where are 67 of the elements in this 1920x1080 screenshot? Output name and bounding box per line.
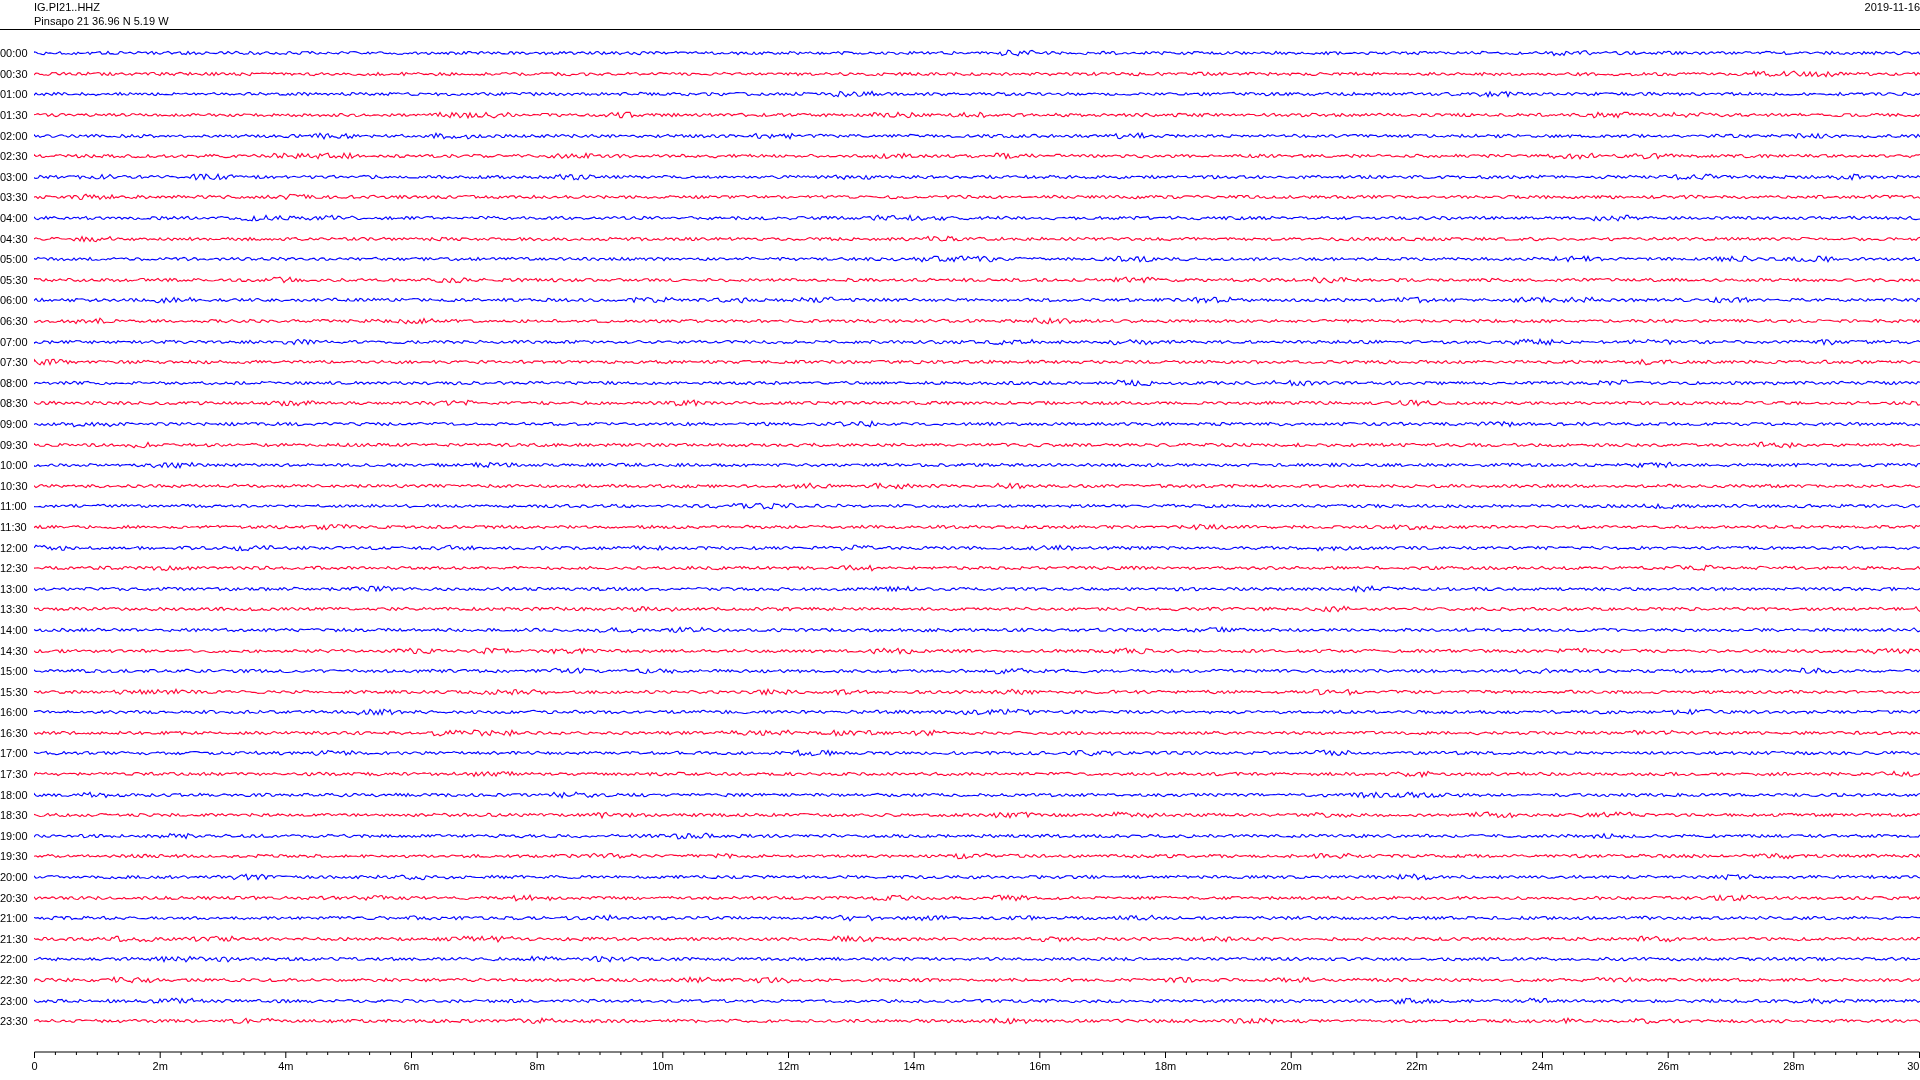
time-label: 00:30 <box>0 67 29 80</box>
time-label: 03:30 <box>0 191 29 204</box>
time-label: 14:30 <box>0 644 29 657</box>
time-label: 01:00 <box>0 88 29 101</box>
station-code: IG.PI21..HHZ <box>34 0 102 14</box>
axis-label: 26m <box>1657 1059 1679 1072</box>
time-label: 21:30 <box>0 932 29 945</box>
time-label: 10:00 <box>0 459 29 472</box>
time-label: 12:00 <box>0 541 29 554</box>
axis-label: 20m <box>1280 1059 1302 1072</box>
time-label: 16:00 <box>0 706 29 719</box>
axis-label: 16m <box>1029 1059 1051 1072</box>
time-label: 20:30 <box>0 891 29 904</box>
time-label: 13:30 <box>0 603 29 616</box>
time-label: 06:30 <box>0 315 29 327</box>
axis-label: 4m <box>278 1059 294 1072</box>
time-label: 22:00 <box>0 953 29 966</box>
time-label: 05:30 <box>0 273 29 286</box>
time-label: 01:30 <box>0 109 29 122</box>
time-label: 02:30 <box>0 150 29 163</box>
axis-label: 18m <box>1154 1059 1177 1072</box>
time-label: 08:00 <box>0 376 29 389</box>
record-date: 2019-11-16 <box>1864 0 1920 14</box>
time-label: 04:30 <box>0 232 29 245</box>
time-label: 18:30 <box>0 809 29 822</box>
time-label: 21:00 <box>0 912 29 925</box>
axis-label: 8m <box>529 1059 545 1072</box>
axis-label: 0 <box>31 1059 38 1072</box>
time-label: 07:30 <box>0 356 29 369</box>
time-label: 12:30 <box>0 562 29 575</box>
time-label: 09:00 <box>0 418 29 430</box>
time-label: 06:00 <box>0 294 29 307</box>
time-label: 22:30 <box>0 974 29 986</box>
time-label: 04:00 <box>0 212 29 225</box>
time-label: 18:00 <box>0 788 29 801</box>
axis-label: 22m <box>1406 1059 1428 1072</box>
time-label: 19:30 <box>0 850 29 863</box>
time-label: 07:00 <box>0 335 29 348</box>
axis-label: 30 <box>1907 1059 1920 1072</box>
axis-label: 24m <box>1531 1059 1554 1072</box>
time-label: 20:00 <box>0 871 29 884</box>
station-location: Pinsapo 21 36.96 N 5.19 W <box>34 14 169 28</box>
axis-label: 12m <box>777 1059 800 1072</box>
axis-label: 10m <box>652 1059 674 1072</box>
time-label: 05:00 <box>0 253 29 266</box>
time-label: 23:30 <box>0 1015 29 1028</box>
time-label: 02:00 <box>0 129 29 142</box>
time-label: 23:00 <box>0 994 29 1007</box>
time-label: 15:30 <box>0 685 29 698</box>
time-label: 11:30 <box>0 520 28 533</box>
time-label: 17:00 <box>0 747 29 760</box>
time-label: 15:00 <box>0 665 29 678</box>
time-label: 16:30 <box>0 726 29 739</box>
time-label: 13:00 <box>0 582 29 595</box>
axis-label: 6m <box>403 1059 420 1072</box>
time-label: 08:30 <box>0 397 29 410</box>
time-label: 17:30 <box>0 768 29 781</box>
axis-label: 14m <box>903 1059 925 1072</box>
time-label: 10:30 <box>0 479 29 492</box>
time-label: 00:00 <box>0 47 29 60</box>
axis-label: 2m <box>152 1059 168 1072</box>
time-label: 03:00 <box>0 170 29 183</box>
time-label: 11:00 <box>0 500 28 513</box>
axis-label: 28m <box>1783 1059 1805 1072</box>
time-label: 19:00 <box>0 829 29 842</box>
time-label: 09:30 <box>0 438 29 451</box>
time-label: 14:00 <box>0 623 29 636</box>
